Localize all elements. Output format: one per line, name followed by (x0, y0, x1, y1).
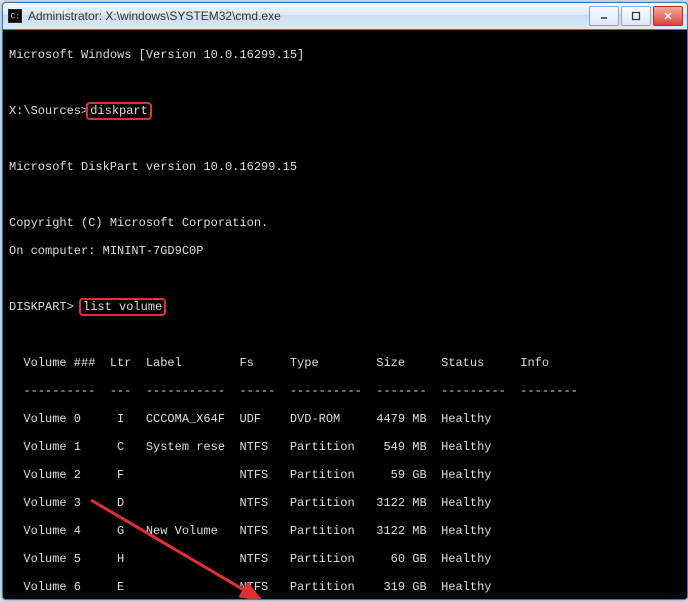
vol-row: Volume 6 E NTFS Partition 319 GB Healthy (9, 580, 681, 594)
title-path: X:\windows\SYSTEM32\cmd.exe (105, 9, 280, 23)
window-buttons (589, 6, 683, 26)
titlebar[interactable]: C: Administrator: X:\windows\SYSTEM32\cm… (3, 3, 687, 30)
diskpart-version: Microsoft DiskPart version 10.0.16299.15 (9, 160, 681, 174)
blank (9, 76, 681, 90)
title-prefix: Administrator: (28, 9, 105, 23)
cmd-icon: C: (7, 8, 23, 24)
blank (9, 272, 681, 286)
blank (9, 328, 681, 342)
svg-text:C:: C: (11, 13, 20, 22)
cmd-diskpart-highlight: diskpart (86, 102, 152, 120)
computer: On computer: MININT-7GD9C0P (9, 244, 681, 258)
minimize-button[interactable] (589, 6, 619, 26)
prompt-diskpart: X:\Sources>diskpart (9, 104, 681, 118)
vol-row: Volume 1 C System rese NTFS Partition 54… (9, 440, 681, 454)
diskpart-prompt-text: DISKPART> (9, 300, 74, 314)
vol-row: Volume 3 D NTFS Partition 3122 MB Health… (9, 496, 681, 510)
vol-divider: ---------- --- ----------- ----- -------… (9, 384, 681, 398)
vol-row: Volume 4 G New Volume NTFS Partition 312… (9, 524, 681, 538)
prompt-text: X:\Sources> (9, 104, 88, 118)
prompt-listvol: DISKPART> list volume (9, 300, 681, 314)
blank (9, 132, 681, 146)
maximize-button[interactable] (621, 6, 651, 26)
blank (9, 188, 681, 202)
close-button[interactable] (653, 6, 683, 26)
vol-header: Volume ### Ltr Label Fs Type Size Status… (9, 356, 681, 370)
cmd-window: C: Administrator: X:\windows\SYSTEM32\cm… (2, 2, 688, 600)
vol-row: Volume 0 I CCCOMA_X64F UDF DVD-ROM 4479 … (9, 412, 681, 426)
cmd-listvol-highlight: list volume (79, 298, 166, 316)
header-line: Microsoft Windows [Version 10.0.16299.15… (9, 48, 681, 62)
terminal-content[interactable]: Microsoft Windows [Version 10.0.16299.15… (3, 30, 687, 599)
vol-row: Volume 5 H NTFS Partition 60 GB Healthy (9, 552, 681, 566)
window-title: Administrator: X:\windows\SYSTEM32\cmd.e… (28, 9, 589, 23)
vol-row: Volume 2 F NTFS Partition 59 GB Healthy (9, 468, 681, 482)
copyright: Copyright (C) Microsoft Corporation. (9, 216, 681, 230)
